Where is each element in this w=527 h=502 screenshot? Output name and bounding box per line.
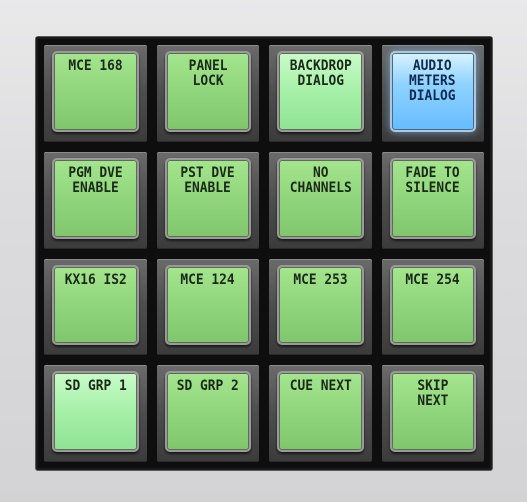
button-well-4: AUDIO METERS DIALOG bbox=[381, 45, 484, 142]
button-grid: MCE 168 PANEL LOCK BACKDROP DIALOG AUDIO… bbox=[44, 45, 484, 462]
pst-dve-enable-button[interactable]: PST DVE ENABLE bbox=[164, 157, 251, 239]
button-label: MCE 254 bbox=[405, 271, 460, 288]
sd-grp-2-button[interactable]: SD GRP 2 bbox=[164, 371, 251, 452]
button-label: MCE 253 bbox=[293, 271, 348, 288]
cue-next-button[interactable]: CUE NEXT bbox=[277, 371, 364, 452]
mce-254-button[interactable]: MCE 254 bbox=[389, 264, 476, 346]
button-label: PGM DVE ENABLE bbox=[68, 164, 123, 196]
button-grid-bezel: MCE 168 PANEL LOCK BACKDROP DIALOG AUDIO… bbox=[36, 37, 492, 470]
skip-next-button[interactable]: SKIP NEXT bbox=[389, 371, 476, 452]
pgm-dve-enable-button[interactable]: PGM DVE ENABLE bbox=[52, 157, 139, 239]
button-label: PST DVE ENABLE bbox=[180, 164, 235, 196]
button-label: MCE 124 bbox=[180, 271, 235, 288]
button-label: SKIP NEXT bbox=[417, 378, 449, 410]
button-well-14: SD GRP 2 bbox=[156, 365, 259, 462]
button-label: PANEL LOCK bbox=[188, 58, 228, 89]
button-well-15: CUE NEXT bbox=[269, 365, 372, 462]
button-well-7: NO CHANNELS bbox=[269, 151, 372, 249]
button-label: SD GRP 2 bbox=[176, 378, 239, 395]
button-well-6: PST DVE ENABLE bbox=[156, 151, 259, 249]
device-panel: MCE 168 PANEL LOCK BACKDROP DIALOG AUDIO… bbox=[0, 0, 527, 502]
kx16-is2-button[interactable]: KX16 IS2 bbox=[52, 264, 139, 346]
button-well-8: FADE TO SILENCE bbox=[381, 151, 484, 249]
button-well-3: BACKDROP DIALOG bbox=[269, 45, 372, 142]
button-well-16: SKIP NEXT bbox=[381, 365, 484, 462]
mce-253-button[interactable]: MCE 253 bbox=[277, 264, 364, 346]
button-well-9: KX16 IS2 bbox=[44, 258, 147, 356]
fade-to-silence-button[interactable]: FADE TO SILENCE bbox=[389, 157, 476, 239]
button-well-13: SD GRP 1 bbox=[44, 365, 147, 462]
button-well-2: PANEL LOCK bbox=[156, 45, 259, 142]
no-channels-button[interactable]: NO CHANNELS bbox=[277, 157, 364, 239]
button-label: CUE NEXT bbox=[289, 378, 352, 395]
button-label: AUDIO METERS DIALOG bbox=[409, 58, 457, 104]
button-well-11: MCE 253 bbox=[269, 258, 372, 356]
audio-meters-dialog-button[interactable]: AUDIO METERS DIALOG bbox=[389, 51, 476, 132]
panel-lock-button[interactable]: PANEL LOCK bbox=[164, 51, 251, 132]
button-well-1: MCE 168 bbox=[44, 45, 147, 142]
sd-grp-1-button[interactable]: SD GRP 1 bbox=[52, 371, 139, 452]
button-well-12: MCE 254 bbox=[381, 258, 484, 356]
button-label: BACKDROP DIALOG bbox=[289, 58, 352, 89]
button-label: NO CHANNELS bbox=[289, 164, 352, 196]
backdrop-dialog-button[interactable]: BACKDROP DIALOG bbox=[277, 51, 364, 132]
button-label: FADE TO SILENCE bbox=[405, 164, 460, 196]
button-well-10: MCE 124 bbox=[156, 258, 259, 356]
button-label: KX16 IS2 bbox=[64, 271, 127, 288]
mce-168-button[interactable]: MCE 168 bbox=[52, 51, 139, 132]
button-label: MCE 168 bbox=[68, 58, 123, 74]
button-well-5: PGM DVE ENABLE bbox=[44, 151, 147, 249]
button-label: SD GRP 1 bbox=[64, 378, 127, 395]
mce-124-button[interactable]: MCE 124 bbox=[164, 264, 251, 346]
